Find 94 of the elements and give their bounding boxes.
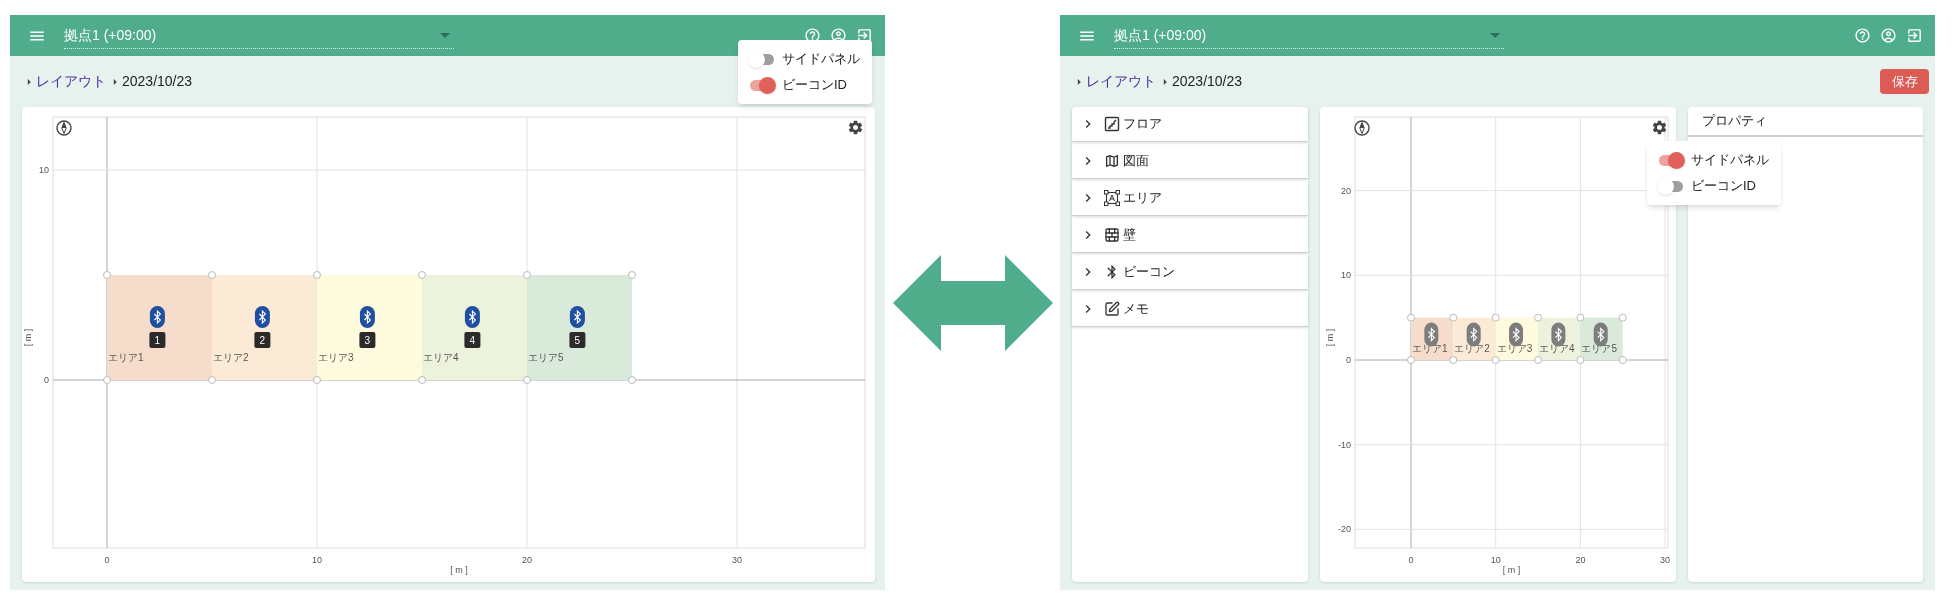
vertex-handle[interactable]: [418, 271, 426, 279]
area-label: エリア2: [213, 352, 249, 364]
caret-icon: [1490, 32, 1500, 38]
breadcrumb-text: 2023/10/23: [122, 72, 193, 91]
accordion-label: フロア: [1123, 115, 1162, 134]
vertex-handle[interactable]: [523, 271, 531, 279]
y-tick-label: 10: [39, 165, 49, 175]
accordion-item[interactable]: ビーコン: [1072, 255, 1308, 290]
x-tick-label: 10: [312, 555, 322, 565]
vertex-handle[interactable]: [1618, 356, 1627, 364]
beacon-id-badge: 4: [464, 332, 481, 349]
area-label: エリア4: [423, 352, 459, 364]
vertex-handle[interactable]: [1618, 313, 1627, 322]
vertex-handle[interactable]: [523, 376, 531, 384]
breadcrumb-link[interactable]: レイアウト: [1086, 71, 1156, 92]
settings-icon[interactable]: [847, 119, 864, 136]
toggle-label: サイドパネル: [1691, 151, 1769, 170]
vertex-handle[interactable]: [313, 271, 321, 279]
account-icon[interactable]: [1880, 27, 1897, 44]
vertex-handle[interactable]: [1449, 356, 1458, 364]
x-tick-label: 10: [1490, 555, 1501, 565]
y-tick-label: -10: [1338, 439, 1351, 450]
y-tick-label: 0: [1346, 355, 1351, 365]
toggle-switch[interactable]: [1659, 180, 1683, 192]
area-label: エリア1: [108, 352, 144, 364]
x-tick-label: 30: [732, 555, 742, 565]
vertex-handle[interactable]: [1576, 356, 1585, 364]
vertex-handle[interactable]: [628, 376, 636, 384]
double-arrow-icon: [892, 254, 1053, 351]
beacon-id-badge: 1: [149, 332, 166, 349]
accordion-item[interactable]: エリア: [1072, 181, 1308, 216]
save-button[interactable]: 保存: [1880, 69, 1929, 94]
accordion-item[interactable]: 壁: [1072, 218, 1308, 253]
vertex-handle[interactable]: [208, 376, 216, 384]
stairs-square-icon: [1104, 116, 1120, 132]
vertex-handle[interactable]: [1407, 356, 1415, 364]
accordion-label: 図面: [1123, 152, 1149, 171]
toggle-label: ビーコンID: [782, 76, 847, 95]
x-axis-label: [ m ]: [1502, 565, 1521, 575]
toggle-switch[interactable]: [750, 79, 774, 91]
accordion-item[interactable]: フロア: [1072, 107, 1308, 142]
x-tick-label: 30: [1660, 555, 1671, 565]
accordion-label: メモ: [1123, 300, 1149, 319]
y-tick-label: 20: [1341, 185, 1351, 196]
vertex-handle[interactable]: [418, 376, 426, 384]
compass-icon[interactable]: [56, 120, 72, 136]
vertex-handle[interactable]: [313, 376, 321, 384]
vertex-handle[interactable]: [1407, 313, 1415, 322]
logout-icon[interactable]: [1906, 27, 1923, 44]
accordion-label: エリア: [1123, 189, 1162, 208]
y-tick-label: -20: [1338, 524, 1351, 535]
x-tick-label: 20: [1575, 555, 1586, 565]
vertex-handle[interactable]: [628, 271, 636, 279]
accordion-label: 壁: [1123, 226, 1136, 245]
help-icon[interactable]: [1854, 27, 1871, 44]
edit-icon: [1104, 301, 1120, 317]
toggle-label: サイドパネル: [782, 50, 860, 69]
accordion-label: ビーコン: [1123, 263, 1175, 282]
settings-icon[interactable]: [1651, 119, 1668, 136]
toggle-switch[interactable]: [750, 53, 774, 65]
area-select-icon: [1104, 190, 1120, 206]
vertex-handle[interactable]: [1534, 356, 1543, 364]
accordion-item[interactable]: 図面: [1072, 144, 1308, 179]
compass-icon[interactable]: [1354, 120, 1370, 136]
vertex-handle[interactable]: [208, 271, 216, 279]
y-axis-label: [ m ]: [23, 328, 33, 347]
area-label: エリア3: [318, 352, 354, 364]
caret-icon: [440, 32, 450, 38]
vertex-handle[interactable]: [1491, 313, 1500, 322]
x-tick-label: 20: [522, 555, 532, 565]
vertex-handle[interactable]: [103, 271, 111, 279]
y-tick-label: 10: [1341, 270, 1351, 281]
brick-wall-icon: [1104, 227, 1120, 243]
map-icon: [1104, 153, 1120, 169]
x-tick-label: 0: [1408, 555, 1414, 565]
accordion-item[interactable]: メモ: [1072, 292, 1308, 327]
toggle-switch[interactable]: [1659, 154, 1683, 166]
vertex-handle[interactable]: [1576, 313, 1585, 322]
vertex-handle[interactable]: [1491, 356, 1500, 364]
area-label: エリア5: [528, 352, 564, 364]
breadcrumb-text: 2023/10/23: [1172, 72, 1243, 91]
y-axis-label: [ m ]: [1325, 328, 1335, 347]
vertex-handle[interactable]: [1534, 313, 1543, 322]
panel-title: プロパティ: [1688, 107, 1923, 137]
x-tick-label: 0: [104, 555, 110, 565]
y-tick-label: 0: [44, 375, 49, 385]
vertex-handle[interactable]: [1449, 313, 1458, 322]
beacon-id-badge: 5: [569, 332, 586, 349]
vertex-handle[interactable]: [103, 376, 111, 384]
x-axis-label: [ m ]: [450, 565, 468, 575]
beacon-id-badge: 2: [254, 332, 271, 349]
toggle-label: ビーコンID: [1691, 177, 1756, 196]
beacon-id-badge: 3: [359, 332, 376, 349]
breadcrumb-link[interactable]: レイアウト: [36, 71, 106, 92]
